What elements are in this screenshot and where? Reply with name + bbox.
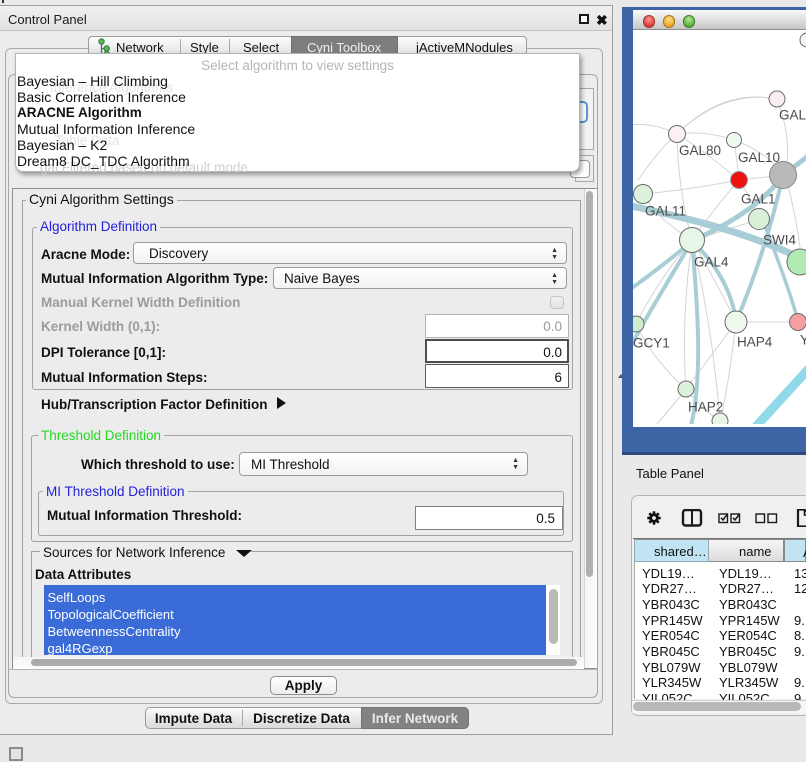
svg-text:SWI4: SWI4	[763, 233, 796, 248]
svg-text:GAL11: GAL11	[645, 204, 686, 219]
svg-text:GCY1: GCY1	[633, 336, 670, 351]
svg-text:GAL80: GAL80	[679, 143, 721, 158]
svg-text:GAL1: GAL1	[741, 192, 776, 207]
svg-text:GAL: GAL	[779, 108, 806, 123]
svg-text:HAP2: HAP2	[688, 400, 723, 415]
svg-text:Y: Y	[800, 333, 806, 348]
svg-text:HAP4: HAP4	[737, 335, 773, 350]
svg-text:GAL4: GAL4	[694, 255, 729, 270]
svg-text:GAL10: GAL10	[738, 150, 780, 165]
